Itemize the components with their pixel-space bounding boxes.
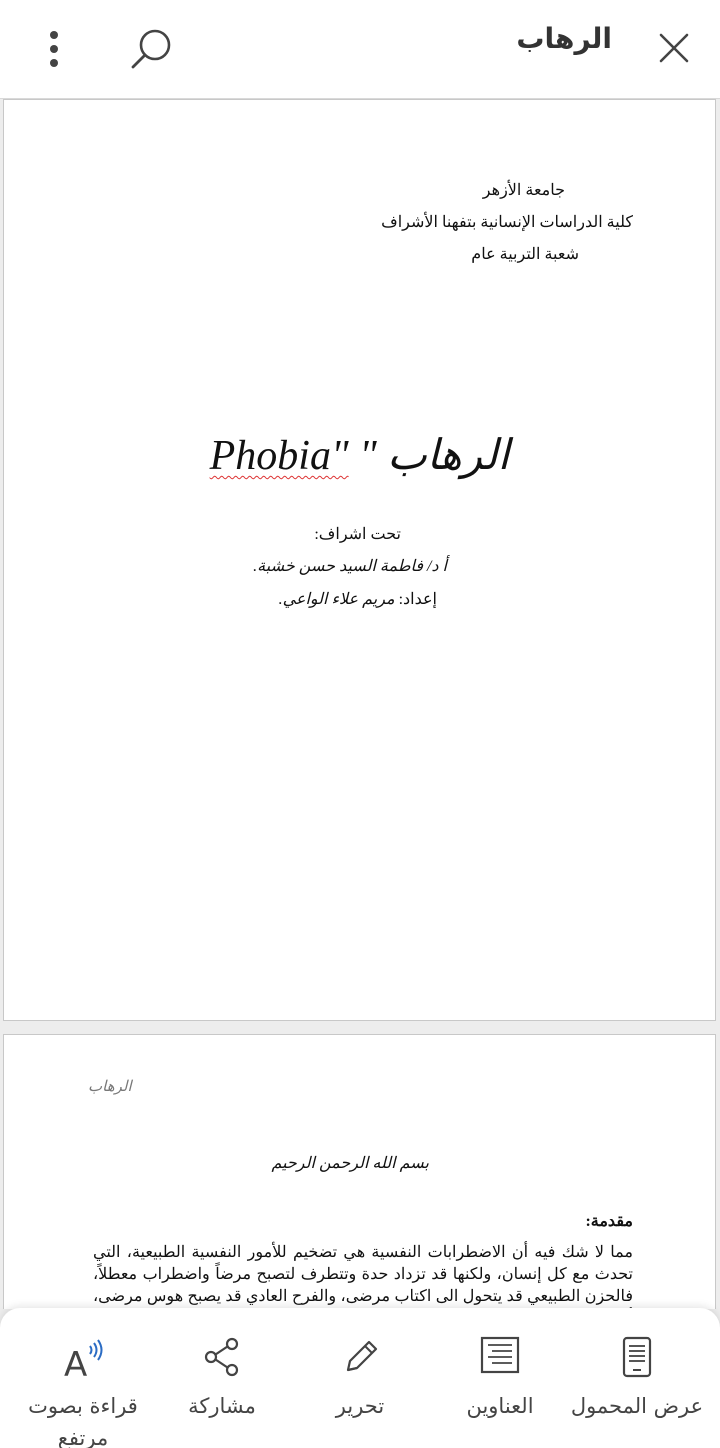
search-button[interactable] xyxy=(124,24,178,78)
word-viewer-app: الرهاب جامعة الأزهر كلية الدراسات الإنسا… xyxy=(0,0,720,1448)
intro-paragraph: مما لا شك فيه أن الاضطرابات النفسية هي ت… xyxy=(93,1244,633,1305)
intro-heading: مقدمة: xyxy=(585,1213,633,1230)
more-options-button[interactable] xyxy=(36,26,72,70)
prepared-by: إعداد: مريم علاء الواعي. xyxy=(279,589,437,609)
supervision-label: تحت اشراف: xyxy=(314,526,401,543)
cover-title: Phobia" الرهاب " xyxy=(4,430,715,480)
mobile-view-icon xyxy=(622,1336,652,1378)
university-name: جامعة الأزهر xyxy=(482,182,565,199)
supervisor-name: أ د/ فاطمة السيد حسن خشبة. xyxy=(253,558,447,575)
share-icon xyxy=(204,1337,239,1377)
read-aloud-button[interactable]: A قراءة بصوت مرتفع xyxy=(22,1308,144,1448)
pencil-icon xyxy=(346,1340,378,1372)
prepared-by-label: إعداد: xyxy=(398,591,437,608)
running-header: الرهاب xyxy=(88,1079,132,1095)
read-aloud-icon: A xyxy=(64,1339,103,1380)
bottom-toolbar: عرض المحمول العناوين تحرير مشاركة A قراء… xyxy=(0,1308,720,1448)
headings-label: العناوين xyxy=(466,1394,534,1418)
top-app-bar: الرهاب xyxy=(0,0,720,99)
mobile-view-button[interactable]: عرض المحمول xyxy=(570,1308,704,1448)
more-vertical-icon xyxy=(50,31,58,67)
read-aloud-label: قراءة بصوت مرتفع xyxy=(28,1394,138,1448)
edit-label: تحرير xyxy=(335,1394,385,1418)
department-name: شعبة التربية عام xyxy=(471,246,579,263)
svg-text:A: A xyxy=(64,1345,87,1380)
document-title: الرهاب xyxy=(516,22,612,55)
headings-button[interactable]: العناوين xyxy=(450,1308,550,1448)
faculty-name: كلية الدراسات الإنسانية بتفهنا الأشراف xyxy=(381,214,633,231)
share-button[interactable]: مشاركة xyxy=(180,1308,264,1448)
document-canvas[interactable]: جامعة الأزهر كلية الدراسات الإنسانية بتف… xyxy=(0,99,720,1309)
headings-icon xyxy=(480,1336,520,1374)
document-page-2: الرهاب بسم الله الرحمن الرحيم مقدمة: مما… xyxy=(3,1034,716,1309)
basmala: بسم الله الرحمن الرحيم xyxy=(271,1155,429,1172)
close-icon xyxy=(659,33,689,63)
edit-button[interactable]: تحرير xyxy=(320,1308,400,1448)
close-button[interactable] xyxy=(652,26,696,70)
cover-title-latin: Phobia" xyxy=(209,433,349,479)
share-label: مشاركة xyxy=(188,1394,256,1418)
document-page-1: جامعة الأزهر كلية الدراسات الإنسانية بتف… xyxy=(3,99,716,1021)
author-name: مريم علاء الواعي. xyxy=(278,591,395,608)
cover-title-arabic: الرهاب " xyxy=(359,433,510,479)
search-icon xyxy=(131,29,171,69)
mobile-view-label: عرض المحمول xyxy=(570,1394,704,1418)
